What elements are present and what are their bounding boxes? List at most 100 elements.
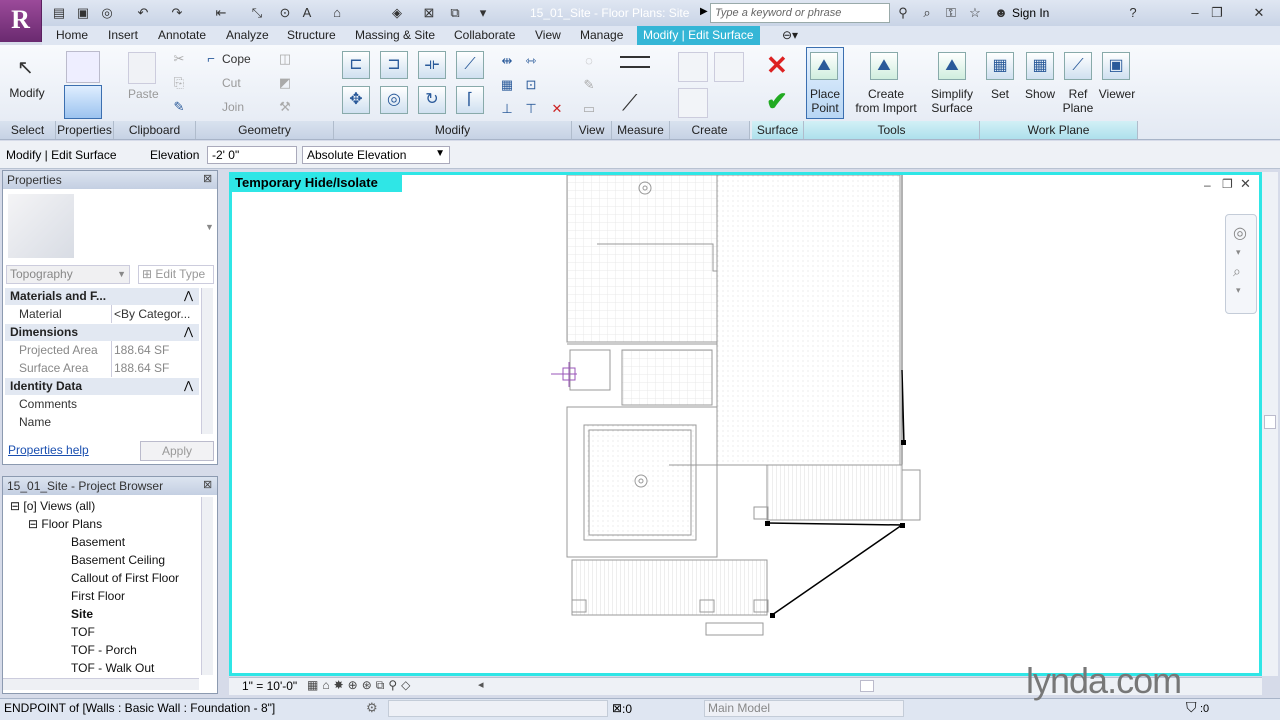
simplify-surface-label-2[interactable]: Surface bbox=[926, 101, 978, 115]
trim-extend-icon[interactable]: ⌈ bbox=[456, 86, 484, 114]
cut-geometry-button[interactable]: Cut bbox=[222, 76, 241, 90]
show-workplane-icon[interactable]: ▦ bbox=[1026, 52, 1054, 80]
cut-icon[interactable]: ✂ bbox=[170, 50, 188, 68]
tools-panel-label[interactable]: Tools bbox=[804, 121, 980, 139]
unpin-icon[interactable]: ⊤ bbox=[522, 100, 540, 118]
select-panel-label[interactable]: Select bbox=[0, 121, 56, 139]
viewer-icon[interactable]: ▣ bbox=[1102, 52, 1130, 80]
tree-item-site[interactable]: Site bbox=[71, 605, 93, 623]
create-parts-icon[interactable] bbox=[714, 52, 744, 82]
tree-item-tof-porch[interactable]: TOF - Porch bbox=[71, 641, 137, 659]
tab-massing-site[interactable]: Massing & Site bbox=[349, 26, 441, 45]
viewer-button[interactable]: Viewer bbox=[1096, 87, 1138, 101]
zoom-icon[interactable]: ⌕ bbox=[1233, 263, 1241, 280]
copy-icon[interactable]: ⎘ bbox=[170, 74, 188, 92]
property-row-comments[interactable]: Comments bbox=[5, 395, 199, 413]
ref-plane-label-2[interactable]: Plane bbox=[1060, 101, 1096, 115]
tree-item-views[interactable]: ⊟ [o] Views (all) bbox=[10, 497, 95, 515]
tree-item-tof[interactable]: TOF bbox=[71, 623, 95, 641]
paste-button[interactable]: Paste bbox=[128, 87, 159, 101]
surface-panel-label[interactable]: Surface bbox=[752, 121, 804, 139]
search-expand-icon[interactable]: ▶ bbox=[700, 6, 708, 17]
3d-view-icon[interactable]: ⌂ bbox=[328, 4, 346, 22]
view-controls-icons[interactable]: ▦⌂✸⊕⊛⧉⚲◇ bbox=[307, 678, 414, 693]
chevron-down-icon[interactable]: ▾ bbox=[1236, 285, 1241, 296]
ref-plane-icon[interactable]: ⟋ bbox=[1064, 52, 1092, 80]
identity-data-section-header[interactable]: Identity Data bbox=[5, 378, 199, 395]
match-type-icon[interactable]: ✎ bbox=[170, 98, 188, 116]
create-group-icon[interactable] bbox=[678, 88, 708, 118]
tab-insert[interactable]: Insert bbox=[102, 26, 144, 45]
close-window-icon[interactable]: ✕ bbox=[1250, 4, 1268, 22]
tree-item-basement[interactable]: Basement bbox=[71, 533, 125, 551]
paint-icon[interactable]: ◩ bbox=[276, 74, 294, 92]
edit-type-button[interactable]: ⊞ Edit Type bbox=[138, 265, 214, 284]
align-icon[interactable]: ⊏ bbox=[342, 51, 370, 79]
open-icon[interactable]: ▤ bbox=[50, 4, 68, 22]
finish-surface-icon[interactable]: ✔ bbox=[766, 86, 788, 117]
filter-icon[interactable]: ⛉ bbox=[1186, 699, 1197, 716]
paste-icon[interactable] bbox=[128, 52, 156, 84]
create-from-import-label-2[interactable]: from Import bbox=[850, 101, 922, 115]
ref-plane-label-1[interactable]: Ref bbox=[1060, 87, 1096, 101]
tree-item-basement-ceiling[interactable]: Basement Ceiling bbox=[71, 551, 165, 569]
measure-icon[interactable]: ⇤ bbox=[212, 4, 230, 22]
collapse-icon[interactable]: ⋀ bbox=[184, 289, 193, 302]
override-icon[interactable]: ✎ bbox=[580, 76, 598, 94]
tab-collaborate[interactable]: Collaborate bbox=[448, 26, 521, 45]
elevation-mode-select[interactable]: Absolute Elevation ▼ bbox=[302, 146, 450, 164]
properties-icon[interactable] bbox=[64, 85, 102, 119]
show-workplane-button[interactable]: Show bbox=[1022, 87, 1058, 101]
worksets-icon[interactable]: ⚙ bbox=[366, 700, 378, 716]
view-minimize-icon[interactable]: – bbox=[1204, 178, 1211, 192]
browser-horizontal-scrollbar[interactable] bbox=[3, 678, 199, 690]
subscription-icon[interactable]: ⚿ bbox=[942, 4, 960, 22]
hide-icon[interactable]: ◌ bbox=[580, 52, 598, 70]
keyword-search-input[interactable]: Type a keyword or phrase bbox=[710, 3, 890, 23]
section-icon[interactable]: ◈ bbox=[388, 4, 406, 22]
property-value[interactable]: <By Categor... bbox=[111, 305, 190, 323]
linework-icon[interactable]: ▭ bbox=[580, 100, 598, 118]
drawing-canvas[interactable] bbox=[229, 172, 1262, 676]
apply-button[interactable]: Apply bbox=[140, 441, 214, 461]
close-icon[interactable]: ⊠ bbox=[203, 478, 212, 491]
move-icon[interactable]: ✥ bbox=[342, 86, 370, 114]
materials-section-header[interactable]: Materials and F... bbox=[5, 288, 199, 305]
binoculars-icon[interactable]: ⚲ bbox=[894, 4, 912, 22]
properties-panel-label[interactable]: Properties bbox=[56, 121, 114, 139]
text-icon[interactable]: A bbox=[298, 4, 316, 22]
clipboard-panel-label[interactable]: Clipboard bbox=[114, 121, 196, 139]
properties-help-link[interactable]: Properties help bbox=[8, 443, 89, 457]
tab-view[interactable]: View bbox=[529, 26, 567, 45]
chevron-down-icon[interactable]: ▾ bbox=[1236, 247, 1241, 258]
create-from-import-label-1[interactable]: Create bbox=[850, 87, 922, 101]
steering-wheel-icon[interactable]: ◎ bbox=[1233, 223, 1247, 243]
instance-filter-select[interactable]: Topography ▼ bbox=[6, 265, 130, 284]
tab-structure[interactable]: Structure bbox=[281, 26, 342, 45]
measure-panel-label[interactable]: Measure bbox=[612, 121, 670, 139]
tree-item-floor-plans[interactable]: ⊟ Floor Plans bbox=[28, 515, 102, 533]
dimensions-section-header[interactable]: Dimensions bbox=[5, 324, 199, 341]
simplify-surface-icon[interactable]: ⛰ bbox=[938, 52, 966, 80]
cancel-edit-icon[interactable]: ✕ bbox=[766, 50, 788, 81]
type-selector-chevron-icon[interactable]: ▼ bbox=[205, 222, 214, 232]
delete-icon[interactable]: ✕ bbox=[548, 100, 566, 118]
join-button[interactable]: Join bbox=[222, 100, 244, 114]
split-gap-icon[interactable]: ⇿ bbox=[522, 52, 540, 70]
sync-icon[interactable]: ◎ bbox=[98, 4, 116, 22]
cope-icon[interactable]: ⌐ bbox=[202, 50, 220, 68]
set-workplane-button[interactable]: Set bbox=[984, 87, 1016, 101]
modify-panel-label[interactable]: Modify bbox=[334, 121, 572, 139]
copy-element-icon[interactable]: ◎ bbox=[380, 86, 408, 114]
tree-item-first-floor[interactable]: First Floor bbox=[71, 587, 125, 605]
scroll-left-icon[interactable]: ◂ bbox=[478, 678, 484, 691]
tab-modify-edit-surface[interactable]: Modify | Edit Surface bbox=[637, 26, 760, 45]
search-icon[interactable]: ⌕ bbox=[918, 4, 936, 22]
save-icon[interactable]: ▣ bbox=[74, 4, 92, 22]
favorites-icon[interactable]: ☆ bbox=[966, 4, 984, 22]
view-scale[interactable]: 1" = 10'-0" bbox=[242, 679, 297, 693]
cope-button[interactable]: Cope bbox=[222, 52, 251, 66]
offset-icon[interactable]: ⊐ bbox=[380, 51, 408, 79]
collapse-icon[interactable]: ⊟ bbox=[28, 517, 41, 531]
property-row-name[interactable]: Name bbox=[5, 413, 199, 431]
